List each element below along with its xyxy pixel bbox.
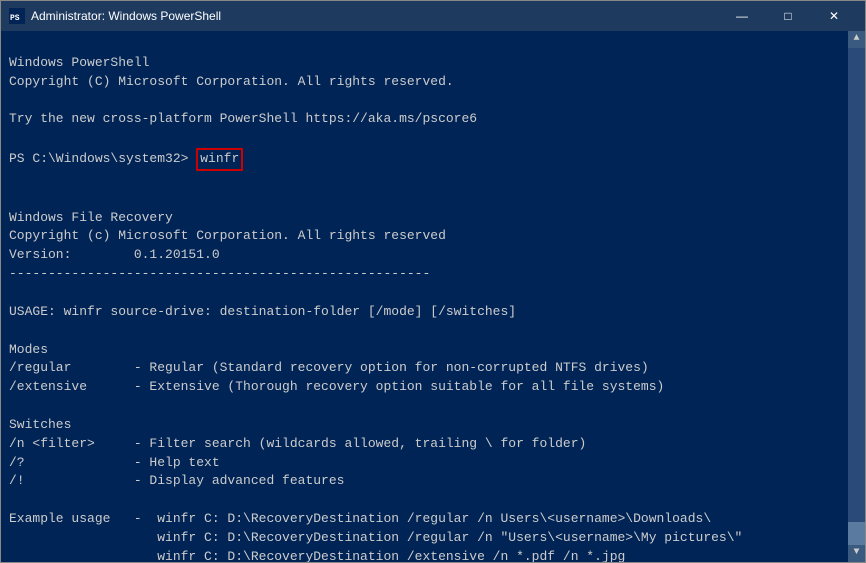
- line-19: /n <filter> - Filter search (wildcards a…: [9, 436, 586, 451]
- line-4: Try the new cross-platform PowerShell ht…: [9, 111, 477, 126]
- terminal-output: Windows PowerShell Copyright (C) Microso…: [9, 35, 857, 148]
- line-8: Copyright (c) Microsoft Corporation. All…: [9, 228, 446, 243]
- line-15: /regular - Regular (Standard recovery op…: [9, 360, 649, 375]
- scrollbar-down-button[interactable]: ▼: [848, 545, 865, 562]
- powershell-window: PS Administrator: Windows PowerShell — □…: [0, 0, 866, 563]
- line-7: Windows File Recovery: [9, 210, 173, 225]
- line-9: Version: 0.1.20151.0: [9, 247, 220, 262]
- window-controls: — □ ✕: [719, 1, 857, 31]
- prompt-line-1: PS C:\Windows\system32> winfr: [9, 148, 857, 171]
- line-14: Modes: [9, 342, 48, 357]
- scrollbar-up-button[interactable]: ▲: [848, 31, 865, 48]
- terminal-output-2: Windows File Recovery Copyright (c) Micr…: [9, 171, 857, 562]
- window-title: Administrator: Windows PowerShell: [31, 9, 713, 23]
- terminal-area[interactable]: Windows PowerShell Copyright (C) Microso…: [1, 31, 865, 562]
- line-21: /! - Display advanced features: [9, 473, 344, 488]
- line-25: winfr C: D:\RecoveryDestination /extensi…: [9, 549, 625, 562]
- line-2: Copyright (C) Microsoft Corporation. All…: [9, 74, 454, 89]
- line-24: winfr C: D:\RecoveryDestination /regular…: [9, 530, 742, 545]
- line-1: Windows PowerShell: [9, 55, 149, 70]
- powershell-icon: PS: [9, 8, 25, 24]
- line-10: ----------------------------------------…: [9, 266, 430, 281]
- scrollbar-track: ▲ ▼: [848, 31, 865, 562]
- command-winfr: winfr: [196, 148, 243, 171]
- line-12: USAGE: winfr source-drive: destination-f…: [9, 304, 516, 319]
- line-23: Example usage - winfr C: D:\RecoveryDest…: [9, 511, 711, 526]
- minimize-button[interactable]: —: [719, 1, 765, 31]
- svg-text:PS: PS: [10, 14, 20, 23]
- line-18: Switches: [9, 417, 71, 432]
- prompt-1: PS C:\Windows\system32>: [9, 150, 196, 169]
- maximize-button[interactable]: □: [765, 1, 811, 31]
- title-bar: PS Administrator: Windows PowerShell — □…: [1, 1, 865, 31]
- line-20: /? - Help text: [9, 455, 220, 470]
- close-button[interactable]: ✕: [811, 1, 857, 31]
- line-16: /extensive - Extensive (Thorough recover…: [9, 379, 664, 394]
